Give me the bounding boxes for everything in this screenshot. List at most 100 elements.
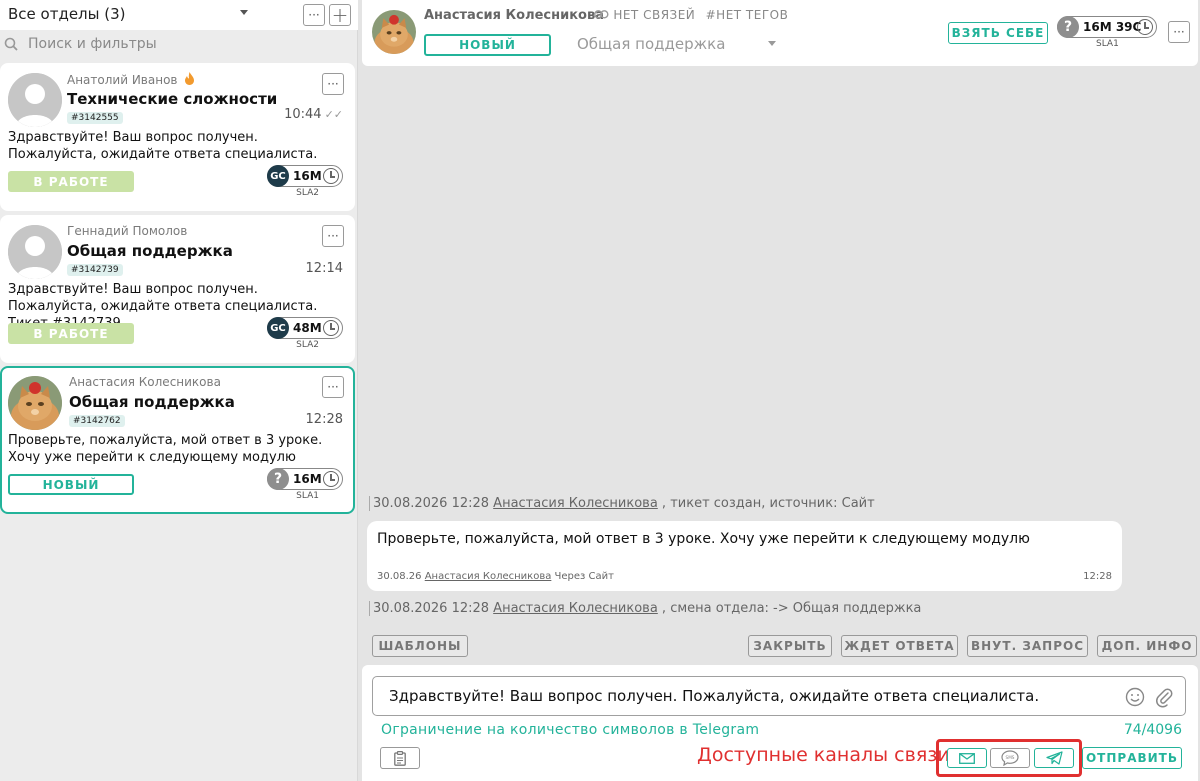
- fire-icon: [185, 72, 195, 85]
- telegram-icon: [1045, 751, 1063, 765]
- ticket-preview-text: Проверьте, пожалуйста, мой ответ в 3 уро…: [8, 433, 323, 465]
- ticket-id-badge: #3142762: [69, 415, 125, 427]
- ticket-sidebar: Все отделы (3) ··· + Поиск и фильтры Ана…: [0, 0, 358, 781]
- clipboard-icon: [394, 750, 406, 766]
- status-badge: В РАБОТЕ: [8, 323, 134, 344]
- message-meta: 30.08.26 Анастасия Колесникова Через Сай…: [377, 571, 614, 582]
- author-link[interactable]: Анастасия Колесникова: [425, 571, 552, 582]
- avatar: [8, 225, 62, 279]
- message-input[interactable]: Здравствуйте! Ваш вопрос получен. Пожалу…: [372, 676, 1186, 716]
- ticket-preview-text: Здравствуйте! Ваш вопрос получен. Пожалу…: [8, 130, 318, 162]
- department-title[interactable]: Все отделы (3): [8, 5, 126, 23]
- ticket-more-button[interactable]: ···: [322, 73, 344, 95]
- department-select[interactable]: Общая поддержка: [577, 35, 725, 53]
- ticket-card-active[interactable]: Анастасия Колесникова Общая поддержка #3…: [0, 366, 355, 514]
- await-reply-button[interactable]: ЖДЕТ ОТВЕТА: [841, 635, 958, 657]
- link-icon: [594, 10, 609, 19]
- clock-icon: [323, 168, 339, 184]
- search-icon: [4, 37, 18, 51]
- character-limit-note: Ограничение на количество символов в Tel…: [381, 722, 760, 738]
- telegram-channel-button[interactable]: [1034, 748, 1074, 768]
- department-selector[interactable]: Все отделы (3) ··· +: [0, 0, 358, 30]
- ticket-id-badge: #3142555: [67, 112, 123, 124]
- ticket-card[interactable]: Геннадий Помолов Общая поддержка #314273…: [0, 215, 355, 363]
- read-check-icon: ✓✓: [324, 108, 343, 121]
- ticket-customer-name: Геннадий Помолов: [67, 224, 188, 238]
- email-channel-button[interactable]: [947, 748, 987, 768]
- extra-info-button[interactable]: ДОП. ИНФО: [1097, 635, 1197, 657]
- ticket-time: 12:14: [305, 261, 343, 276]
- status-badge: В РАБОТЕ: [8, 171, 134, 192]
- sla-timer: GC 16М: [267, 165, 343, 187]
- message-text: Проверьте, пожалуйста, мой ответ в 3 уро…: [377, 531, 1030, 547]
- search-input[interactable]: Поиск и фильтры: [28, 36, 157, 52]
- ticket-subject: Общая поддержка: [67, 242, 233, 260]
- attach-icon[interactable]: [1155, 686, 1173, 708]
- sla-time: 16М 39С: [1083, 20, 1142, 34]
- ticket-time: 10:44 ✓✓: [284, 107, 343, 122]
- templates-button[interactable]: ШАБЛОНЫ: [372, 635, 468, 657]
- sla-timer: ? 16М: [267, 468, 343, 490]
- ticket-card[interactable]: Анатолий Иванов Технические сложности #3…: [0, 63, 355, 211]
- customer-name: Анастасия Колесникова: [424, 8, 604, 23]
- gc-badge-icon: GC: [267, 317, 289, 339]
- take-ticket-button[interactable]: ВЗЯТЬ СЕБЕ: [948, 22, 1048, 44]
- ticket-more-button[interactable]: ···: [322, 376, 344, 398]
- sla-time: 16М: [293, 472, 322, 486]
- ticket-subject: Технические сложности: [67, 90, 278, 108]
- ticket-customer-name: Анатолий Иванов: [67, 72, 195, 87]
- author-link[interactable]: Анастасия Колесникова: [493, 496, 658, 511]
- email-icon: [959, 752, 975, 764]
- internal-request-button[interactable]: ВНУТ. ЗАПРОС: [967, 635, 1088, 657]
- message-time: 12:28: [1083, 571, 1112, 582]
- search-bar[interactable]: Поиск и фильтры: [0, 32, 358, 58]
- chevron-down-icon[interactable]: [768, 41, 776, 46]
- template-button[interactable]: [380, 747, 420, 769]
- header-more-button[interactable]: ···: [1168, 21, 1190, 43]
- clock-icon: [1137, 19, 1153, 35]
- status-badge: НОВЫЙ: [8, 474, 134, 495]
- emoji-icon[interactable]: [1125, 687, 1145, 707]
- ticket-time: 12:28: [305, 412, 343, 427]
- ticket-more-button[interactable]: ···: [322, 225, 344, 247]
- sla-timer: ? 16М 39С: [1057, 16, 1157, 38]
- message-input-text[interactable]: Здравствуйте! Ваш вопрос получен. Пожалу…: [389, 687, 1039, 705]
- close-ticket-button[interactable]: ЗАКРЫТЬ: [748, 635, 832, 657]
- no-tags-label[interactable]: #НЕТ ТЕГОВ: [706, 8, 789, 22]
- clock-icon: [323, 471, 339, 487]
- clock-icon: [323, 320, 339, 336]
- system-event: 30.08.2026 12:28 Анастасия Колесникова ,…: [369, 601, 921, 616]
- sla-label: SLA1: [296, 491, 319, 501]
- ticket-customer-name: Анастасия Колесникова: [69, 375, 221, 389]
- ticket-meta: НЕТ СВЯЗЕЙ #НЕТ ТЕГОВ: [594, 8, 794, 22]
- message-bubble: Проверьте, пожалуйста, мой ответ в 3 уро…: [367, 521, 1122, 591]
- ticket-id-badge: #3142739: [67, 264, 123, 276]
- sms-icon: SMS: [1001, 750, 1019, 766]
- chevron-down-icon[interactable]: [240, 10, 248, 15]
- question-icon: ?: [267, 468, 289, 490]
- sla-label: SLA1: [1096, 39, 1119, 49]
- question-icon: ?: [1057, 16, 1079, 38]
- channels-label: Доступные каналы связи: [697, 744, 950, 766]
- sla-label: SLA2: [296, 188, 319, 198]
- sidebar-more-button[interactable]: ···: [303, 4, 325, 26]
- gc-badge-icon: GC: [267, 165, 289, 187]
- add-ticket-button[interactable]: +: [329, 4, 351, 26]
- sla-label: SLA2: [296, 340, 319, 350]
- avatar: [8, 73, 62, 127]
- no-links-label[interactable]: НЕТ СВЯЗЕЙ: [613, 8, 695, 22]
- ticket-header: Анастасия Колесникова НЕТ СВЯЗЕЙ #НЕТ ТЕ…: [362, 0, 1198, 66]
- sla-timer: GC 48М: [267, 317, 343, 339]
- system-event: 30.08.2026 12:28 Анастасия Колесникова ,…: [369, 496, 875, 511]
- ticket-status-button[interactable]: НОВЫЙ: [424, 34, 551, 56]
- sla-time: 48М: [293, 321, 322, 335]
- svg-text:SMS: SMS: [1006, 755, 1015, 760]
- sms-channel-button[interactable]: SMS: [990, 748, 1030, 768]
- ticket-subject: Общая поддержка: [69, 393, 235, 411]
- cat-avatar: [372, 10, 416, 54]
- author-link[interactable]: Анастасия Колесникова: [493, 601, 658, 616]
- sla-time: 16М: [293, 169, 322, 183]
- cat-avatar: [8, 376, 62, 430]
- message-composer: Здравствуйте! Ваш вопрос получен. Пожалу…: [362, 665, 1198, 781]
- send-button[interactable]: ОТПРАВИТЬ: [1082, 747, 1182, 769]
